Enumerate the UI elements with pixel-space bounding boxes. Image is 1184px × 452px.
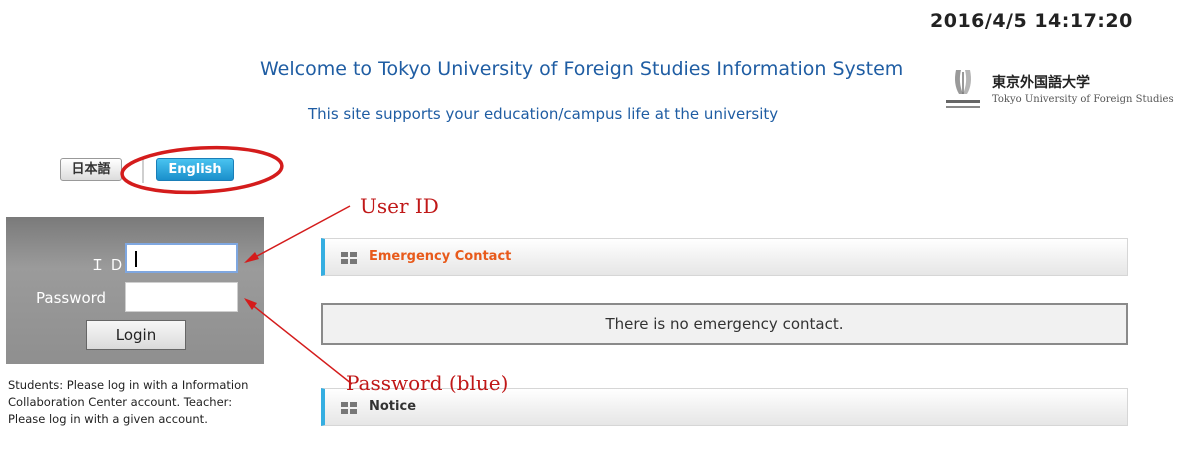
english-language-button[interactable]: English: [156, 158, 234, 181]
password-label: Password: [36, 289, 107, 307]
welcome-heading: Welcome to Tokyo University of Foreign S…: [260, 58, 904, 80]
notice-title: Notice: [369, 399, 417, 414]
user-id-annotation: User ID: [360, 194, 439, 218]
university-name-english: Tokyo University of Foreign Studies: [992, 94, 1174, 105]
grid-icon: [341, 402, 357, 414]
login-box: ＩＤ Password Login: [6, 217, 264, 364]
user-id-input[interactable]: [125, 243, 238, 273]
login-button[interactable]: Login: [86, 320, 186, 350]
id-label: ＩＤ: [90, 256, 129, 274]
japanese-language-button[interactable]: 日本語: [60, 158, 122, 181]
grid-icon: [341, 252, 357, 264]
university-emblem-icon: [946, 70, 980, 108]
text-caret: [135, 251, 137, 267]
password-annotation: Password (blue): [346, 371, 509, 395]
language-separator: [142, 157, 144, 183]
university-logo: 東京外国語大学 Tokyo University of Foreign Stud…: [938, 64, 1184, 114]
emergency-contact-title: Emergency Contact: [369, 249, 512, 264]
emergency-contact-header: Emergency Contact: [321, 238, 1128, 276]
timestamp: 2016/4/5 14:17:20: [930, 10, 1133, 32]
login-note: Students: Please log in with a Informati…: [8, 378, 249, 426]
university-name-japanese: 東京外国語大学: [992, 75, 1090, 91]
tagline: This site supports your education/campus…: [308, 105, 779, 123]
emergency-contact-message: There is no emergency contact.: [321, 303, 1128, 345]
password-input[interactable]: [125, 282, 238, 312]
